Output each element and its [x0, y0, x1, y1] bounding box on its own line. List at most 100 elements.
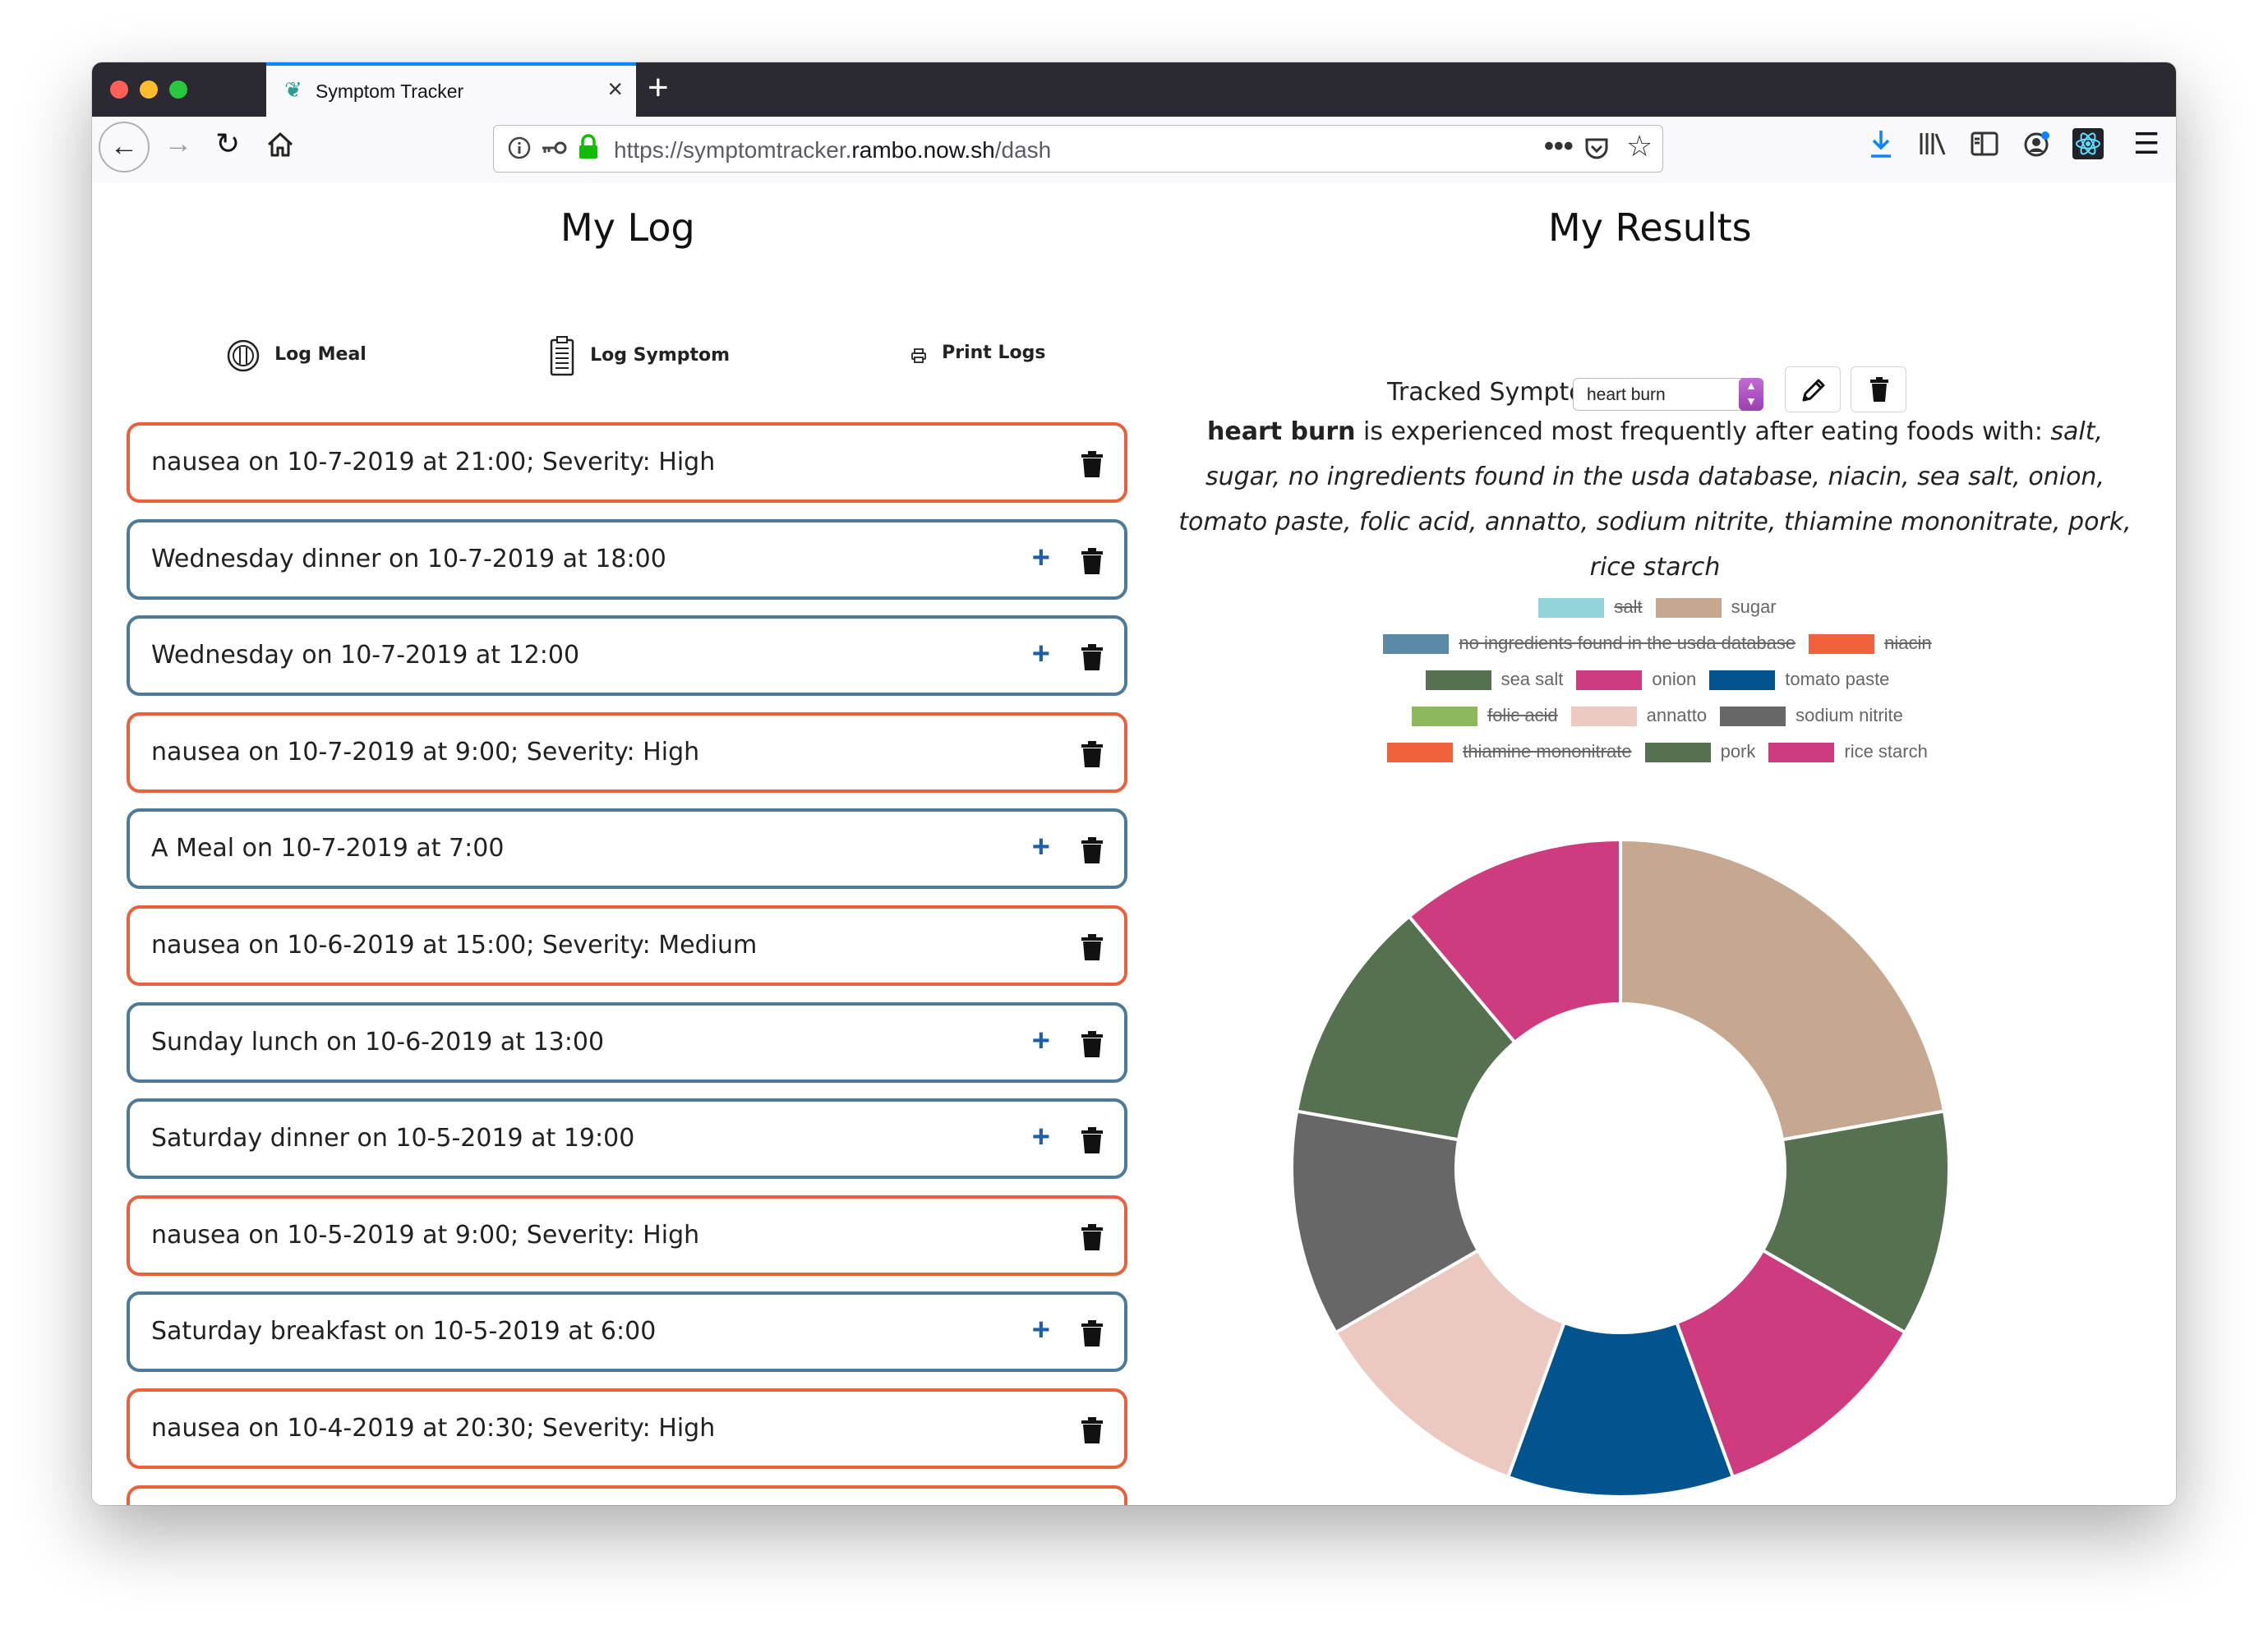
meal-log-entry[interactable]: Sunday lunch on 10-6-2019 at 13:00 + [127, 1002, 1127, 1083]
legend-item[interactable]: thiamine mononitrate [1387, 741, 1632, 763]
meal-log-entry[interactable]: Wednesday on 10-7-2019 at 12:00 + [127, 615, 1127, 696]
tab-symptom-tracker[interactable]: ❦ Symptom Tracker × [266, 62, 636, 117]
legend-item[interactable]: niacin [1809, 633, 1932, 655]
meal-log-entry[interactable]: Wednesday dinner on 10-7-2019 at 18:00 + [127, 519, 1127, 600]
pocket-icon[interactable] [1583, 136, 1610, 166]
close-window-button[interactable] [110, 81, 128, 99]
nav-bar: ← → ↻ https://symptomtracker.rambo.now.s… [92, 117, 2176, 183]
legend-label: thiamine mononitrate [1463, 741, 1632, 762]
log-entry-text: nausea on 10-6-2019 at 15:00; Severity: … [151, 931, 758, 960]
delete-entry-button[interactable] [1080, 836, 1104, 868]
delete-entry-button[interactable] [1080, 547, 1104, 579]
zoom-window-button[interactable] [169, 81, 187, 99]
reload-button[interactable]: ↻ [215, 127, 240, 161]
legend-label: folic acid [1487, 705, 1558, 725]
tracked-symptom-select[interactable]: heart burn ▲ ▼ [1573, 378, 1763, 411]
summary-symptom: heart burn [1207, 417, 1356, 446]
add-to-meal-button[interactable]: + [1032, 1313, 1050, 1348]
meal-log-entry[interactable]: Saturday dinner on 10-5-2019 at 19:00 + [127, 1098, 1127, 1179]
sidebar-icon[interactable] [1971, 131, 1998, 160]
delete-entry-button[interactable] [1080, 1319, 1104, 1351]
legend-swatch [1425, 670, 1491, 691]
legend-item[interactable]: rice starch [1768, 741, 1928, 763]
print-logs-button[interactable]: Print Logs [910, 335, 1045, 371]
log-entry-text: nausea on 10-4-2019 at 20:30; Severity: … [151, 1414, 716, 1443]
donut-slice-sugar[interactable] [1619, 837, 1947, 1142]
delete-entry-button[interactable] [1080, 933, 1104, 965]
legend-swatch [1709, 670, 1776, 691]
log-symptom-button[interactable]: Log Symptom [549, 335, 730, 376]
legend-label: pork [1720, 741, 1756, 762]
minimize-window-button[interactable] [140, 81, 158, 99]
account-icon[interactable] [2023, 130, 2051, 162]
legend-item[interactable]: tomato paste [1709, 669, 1889, 691]
meal-log-entry[interactable]: Saturday breakfast on 10-5-2019 at 6:00 + [127, 1291, 1127, 1372]
menu-icon[interactable]: ☰ [2133, 127, 2160, 161]
log-entry-text: nausea on 10-7-2019 at 9:00; Severity: H… [151, 738, 700, 766]
results-summary: heart burn is experienced most frequentl… [1170, 409, 2140, 590]
delete-entry-button[interactable] [1080, 1126, 1104, 1158]
symptom-log-entry[interactable] [127, 1485, 1127, 1505]
summary-text: is experienced most frequently after eat… [1355, 417, 2051, 446]
legend-item[interactable]: sea salt [1425, 669, 1563, 691]
new-tab-button[interactable]: + [648, 67, 669, 108]
add-to-meal-button[interactable]: + [1032, 541, 1050, 576]
delete-symptom-button[interactable] [1851, 366, 1906, 412]
address-bar[interactable]: https://symptomtracker.rambo.now.sh/dash… [493, 125, 1663, 173]
legend-label: salt [1614, 596, 1643, 617]
legend-item[interactable]: annatto [1570, 705, 1707, 727]
delete-entry-button[interactable] [1080, 1223, 1104, 1255]
delete-entry-button[interactable] [1080, 450, 1104, 482]
downloads-icon[interactable] [1869, 128, 1893, 163]
add-to-meal-button[interactable]: + [1032, 1024, 1050, 1059]
my-log-title: My Log [560, 205, 695, 250]
page-content: My Log Log Meal Log Symptom Print Logs n… [92, 182, 2176, 1505]
pencil-icon [1802, 379, 1825, 402]
legend-item[interactable]: no ingredients found in the usda databas… [1383, 633, 1796, 655]
more-actions-icon[interactable]: ••• [1544, 131, 1574, 163]
delete-entry-button[interactable] [1080, 643, 1104, 675]
symptom-log-entry[interactable]: nausea on 10-6-2019 at 15:00; Severity: … [127, 905, 1127, 986]
log-meal-button[interactable]: Log Meal [227, 335, 366, 375]
trash-icon [1081, 1127, 1103, 1153]
bookmark-star-icon[interactable]: ☆ [1626, 129, 1653, 163]
legend-item[interactable]: pork [1644, 741, 1756, 763]
log-entry-text: Saturday breakfast on 10-5-2019 at 6:00 [151, 1317, 657, 1346]
delete-entry-button[interactable] [1080, 1030, 1104, 1062]
symptom-log-entry[interactable]: nausea on 10-5-2019 at 9:00; Severity: H… [127, 1195, 1127, 1276]
legend-swatch [1538, 598, 1605, 619]
add-to-meal-button[interactable]: + [1032, 637, 1050, 672]
add-to-meal-button[interactable]: + [1032, 830, 1050, 865]
react-devtools-icon[interactable] [2072, 128, 2104, 163]
back-button[interactable]: ← [99, 122, 150, 173]
home-button[interactable] [266, 131, 294, 162]
delete-entry-button[interactable] [1080, 1416, 1104, 1448]
lock-icon[interactable] [578, 134, 599, 164]
legend-item[interactable]: folic acid [1412, 705, 1558, 727]
symptom-log-entry[interactable]: nausea on 10-7-2019 at 9:00; Severity: H… [127, 712, 1127, 793]
legend-label: niacin [1884, 633, 1932, 653]
edit-symptom-button[interactable] [1785, 366, 1841, 412]
delete-entry-button[interactable] [1080, 740, 1104, 772]
close-tab-icon[interactable]: × [607, 74, 623, 104]
trash-icon [1081, 1320, 1103, 1346]
legend-item[interactable]: sugar [1655, 596, 1777, 619]
log-symptom-label: Log Symptom [590, 345, 731, 366]
symptom-log-entry[interactable]: nausea on 10-4-2019 at 20:30; Severity: … [127, 1388, 1127, 1469]
trash-icon [1081, 644, 1103, 670]
meal-log-entry[interactable]: A Meal on 10-7-2019 at 7:00 + [127, 808, 1127, 889]
legend-row: thiamine mononitrate pork rice starch [1160, 741, 2155, 763]
legend-item[interactable]: salt [1538, 596, 1643, 619]
legend-item[interactable]: onion [1576, 669, 1696, 691]
tracked-symptom-value: heart burn [1587, 385, 1666, 404]
symptom-log-entry[interactable]: nausea on 10-7-2019 at 21:00; Severity: … [127, 422, 1127, 503]
log-entry-text: Sunday lunch on 10-6-2019 at 13:00 [151, 1028, 605, 1056]
library-icon[interactable] [1918, 130, 1949, 162]
legend-swatch [1387, 743, 1454, 763]
add-to-meal-button[interactable]: + [1032, 1120, 1050, 1155]
key-icon[interactable] [540, 137, 568, 163]
info-icon[interactable] [507, 136, 532, 164]
forward-button[interactable]: → [164, 128, 192, 160]
legend-item[interactable]: sodium nitrite [1720, 705, 1903, 727]
log-entry-text: Wednesday dinner on 10-7-2019 at 18:00 [151, 545, 666, 573]
